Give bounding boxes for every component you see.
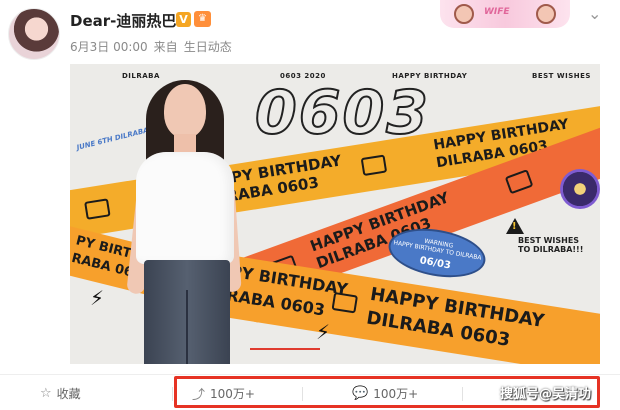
post-image[interactable]: DILRABA 0603 2020 HAPPY BIRTHDAY BEST WI… — [70, 64, 600, 364]
post-source[interactable]: 生日动态 — [184, 40, 232, 54]
avatar[interactable] — [8, 8, 60, 60]
lightning-icon: ⚡ — [90, 286, 105, 310]
post-date: 6月3日 00:00 — [70, 40, 148, 54]
person-jeans — [144, 260, 230, 364]
poster-label: DILRABA — [122, 72, 160, 80]
crown-badge-icon: ♛ — [194, 11, 211, 27]
chevron-down-icon[interactable]: ⌄ — [588, 4, 601, 23]
best-wishes-text: BEST WISHES TO DILRABA!!! — [518, 236, 583, 254]
watermark: 搜狐号@吴清功 — [500, 387, 592, 402]
decoration-text: WIFE — [484, 7, 510, 17]
person-face — [164, 84, 206, 138]
favorite-label: 收藏 — [56, 386, 81, 401]
post-meta: 6月3日 00:00 来自 生日动态 — [70, 38, 238, 55]
header-decoration: WIFE — [440, 0, 570, 28]
star-icon: ☆ — [40, 385, 52, 401]
poster-side-note: JUNE 6TH DILRABA — [75, 126, 150, 152]
favorite-button[interactable]: ☆ 收藏 — [40, 383, 81, 403]
cake-icon — [84, 198, 111, 220]
warning-sticker: WARNING HAPPY BIRTHDAY TO DILRABA 06/03 — [384, 221, 490, 285]
verified-badge-icon: V — [176, 12, 191, 27]
cake-icon — [331, 291, 359, 314]
best-wishes-line1: BEST WISHES — [518, 236, 580, 245]
warning-triangle-icon — [506, 218, 524, 234]
cake-icon — [360, 154, 388, 177]
decoration-face-icon — [536, 4, 556, 24]
decorative-line — [250, 348, 320, 350]
poster-label: BEST WISHES — [532, 72, 591, 80]
best-wishes-line2: TO DILRABA!!! — [518, 245, 584, 255]
decoration-face-icon — [454, 4, 474, 24]
source-prefix: 来自 — [153, 40, 178, 54]
divider — [172, 387, 173, 401]
person-shirt — [136, 152, 234, 264]
disc-sticker-icon — [560, 169, 600, 209]
lightning-icon: ⚡ — [316, 320, 331, 344]
username[interactable]: Dear-迪丽热巴 — [70, 10, 176, 31]
cake-icon — [504, 169, 534, 195]
